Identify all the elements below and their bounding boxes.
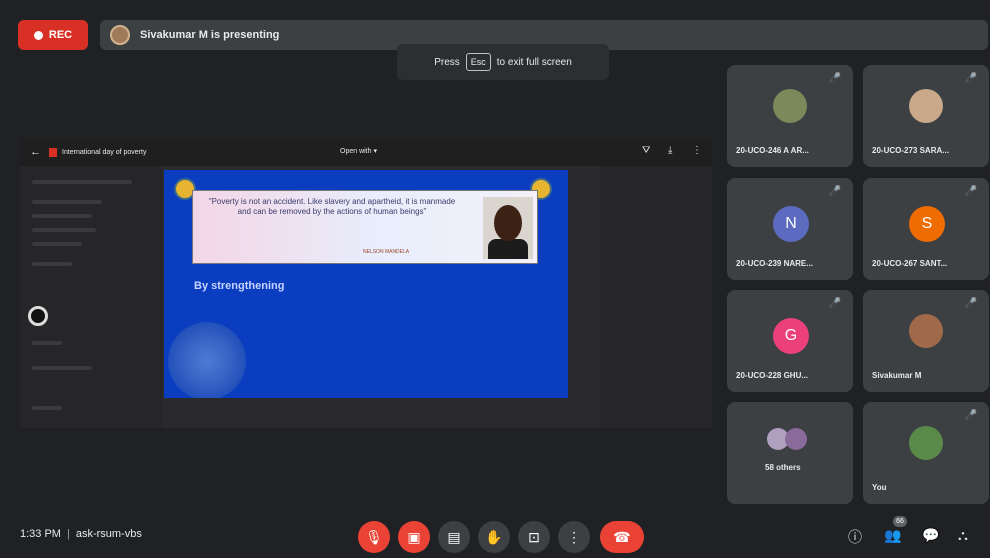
participant-tile[interactable]: 58 others (727, 402, 853, 504)
document-title: International day of poverty (62, 148, 147, 156)
recording-label: REC (48, 29, 73, 41)
participant-tile[interactable]: 🎤 20-UCO-273 SARA... (863, 65, 989, 167)
participant-name: Sivakumar M (872, 371, 922, 380)
fullscreen-hint-press: Press (434, 56, 460, 68)
esc-key: Esc (465, 53, 491, 71)
captions-icon: ▤ (447, 528, 461, 545)
activities-icon[interactable]: ⛬ (958, 527, 968, 544)
meeting-details-icon[interactable]: ⓘ (848, 527, 862, 547)
participant-tile[interactable]: 🎤 20-UCO-246 A AR... (727, 65, 853, 167)
participant-avatar: N (773, 206, 809, 242)
chat-icon[interactable]: 💬 (922, 527, 939, 544)
mic-off-button[interactable]: 🎙 (358, 521, 390, 553)
quote-text: "Poverty is not an accident. Like slaver… (208, 197, 456, 216)
participant-name: 58 others (765, 463, 801, 472)
more-options-button[interactable]: ⋮ (558, 521, 590, 553)
hang-up-icon: ☎ (613, 528, 631, 545)
more-vert-icon: ⋮ (567, 528, 581, 545)
participant-name: 20-UCO-239 NARE... (736, 259, 813, 268)
record-icon (33, 30, 43, 40)
fullscreen-hint-suffix: to exit full screen (496, 56, 572, 68)
raise-hand-button[interactable]: ✋ (478, 521, 510, 553)
participant-tile[interactable]: 🎤 You (863, 402, 989, 504)
hand-icon: ✋ (485, 528, 503, 545)
people-icon[interactable]: 👥 (884, 527, 901, 544)
participant-avatar: S (909, 206, 945, 242)
participant-count-badge: 66 (893, 516, 907, 527)
add-to-drive-icon[interactable]: ⛛ (642, 145, 650, 156)
participant-tile[interactable]: 🎤 N 20-UCO-239 NARE... (727, 178, 853, 280)
quote-box: "Poverty is not an accident. Like slaver… (192, 190, 538, 264)
mic-off-icon: 🎙 (365, 528, 383, 545)
recording-badge[interactable]: REC (18, 20, 88, 50)
present-icon: ⊡ (528, 528, 540, 545)
participant-tile[interactable]: 🎤 S 20-UCO-267 SANT... (863, 178, 989, 280)
file-viewer-bar: ← International day of poverty Open with… (20, 138, 712, 166)
separator: | (66, 528, 70, 540)
camera-off-icon: ▣ (407, 528, 421, 545)
mic-muted-icon: 🎤 (964, 186, 977, 197)
participant-photo (909, 314, 943, 348)
participant-name: 20-UCO-228 GHU... (736, 371, 809, 380)
leave-call-button[interactable]: ☎ (600, 521, 644, 553)
participant-photo (909, 89, 943, 123)
meeting-time: 1:33 PM (20, 528, 61, 540)
present-screen-button[interactable]: ⊡ (518, 521, 550, 553)
document-icon (49, 147, 57, 157)
camera-off-button[interactable]: ▣ (398, 521, 430, 553)
mic-muted-icon: 🎤 (964, 298, 977, 309)
mic-muted-icon: 🎤 (828, 298, 841, 309)
mic-muted-icon: 🎤 (964, 73, 977, 84)
background-panel (600, 166, 712, 428)
back-arrow-icon[interactable]: ← (30, 146, 41, 158)
meeting-info: 1:33 PM | ask-rsum-vbs (20, 528, 142, 540)
download-icon[interactable]: ⤓ (668, 145, 672, 156)
background-sidebar (20, 166, 162, 428)
others-avatars (767, 428, 813, 452)
participant-name: You (872, 483, 887, 492)
open-with-button[interactable]: Open with ▾ (340, 147, 377, 155)
more-options-icon[interactable]: ⋮ (692, 145, 702, 156)
fullscreen-hint: Press Esc to exit full screen (397, 44, 609, 80)
participant-tile[interactable]: 🎤 Sivakumar M (863, 290, 989, 392)
presenting-text: Sivakumar M is presenting (140, 29, 280, 41)
participant-tile[interactable]: 🎤 G 20-UCO-228 GHU... (727, 290, 853, 392)
record-circle-icon (28, 306, 48, 326)
slide-subtitle: By strengthening (194, 280, 285, 292)
participant-avatar: G (773, 318, 809, 354)
participant-photo (909, 426, 943, 460)
mic-muted-icon: 🎤 (828, 73, 841, 84)
participant-photo (773, 89, 807, 123)
presenter-avatar (110, 25, 130, 45)
quote-author: NELSON MANDELA (363, 249, 410, 255)
participant-name: 20-UCO-246 A AR... (736, 146, 809, 155)
mic-muted-icon: 🎤 (964, 410, 977, 421)
portrait-image (483, 197, 533, 259)
participant-name: 20-UCO-273 SARA... (872, 146, 949, 155)
virus-graphic (168, 322, 246, 398)
meeting-code: ask-rsum-vbs (75, 528, 142, 540)
participant-name: 20-UCO-267 SANT... (872, 259, 948, 268)
captions-button[interactable]: ▤ (438, 521, 470, 553)
presentation-slide: "Poverty is not an accident. Like slaver… (164, 170, 568, 398)
mic-muted-icon: 🎤 (828, 186, 841, 197)
